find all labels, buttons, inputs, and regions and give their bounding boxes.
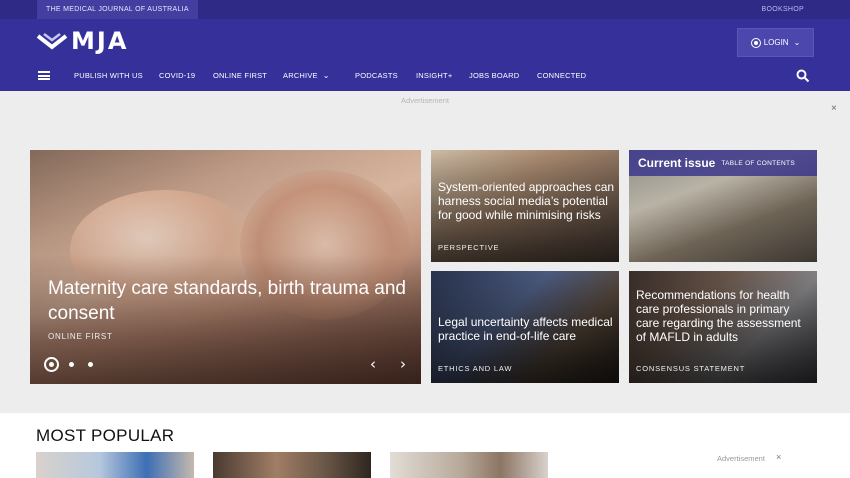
article-card[interactable]: Recommendations for health care professi… xyxy=(629,271,817,383)
top-strip: THE MEDICAL JOURNAL OF AUSTRALIA BOOKSHO… xyxy=(0,0,850,19)
current-issue-card[interactable]: Current issue TABLE OF CONTENTS xyxy=(629,150,817,262)
chevron-down-icon: ⌄ xyxy=(322,71,330,80)
current-issue-label[interactable]: Current issue xyxy=(638,156,715,170)
logo-text: MJA xyxy=(71,27,129,55)
most-popular-section: MOST POPULAR Advertisement × xyxy=(0,413,850,478)
carousel-dot-active[interactable] xyxy=(44,357,59,372)
popular-thumbnail[interactable] xyxy=(390,452,548,478)
carousel-prev-icon[interactable]: ‹ xyxy=(370,355,376,373)
user-icon xyxy=(750,37,761,48)
bookshop-link[interactable]: BOOKSHOP xyxy=(762,0,804,19)
login-button[interactable]: LOGIN ⌄ xyxy=(737,28,814,57)
card-title[interactable]: Legal uncertainty affects medical practi… xyxy=(438,315,616,343)
nav-podcasts[interactable]: PODCASTS xyxy=(355,66,398,86)
mja-logo[interactable]: MJA xyxy=(36,27,129,55)
nav-covid-19[interactable]: COVID-19 xyxy=(159,66,195,86)
search-icon[interactable] xyxy=(796,69,810,83)
card-category: CONSENSUS STATEMENT xyxy=(636,364,746,373)
nav-archive-label: ARCHIVE xyxy=(283,71,318,80)
hero-title[interactable]: Maternity care standards, birth trauma a… xyxy=(48,276,408,326)
popular-thumbnail[interactable] xyxy=(36,452,194,478)
nav-connected[interactable]: CONNECTED xyxy=(537,66,586,86)
carousel-dot[interactable] xyxy=(88,362,93,367)
section-heading: MOST POPULAR xyxy=(36,426,175,445)
card-category: ETHICS AND LAW xyxy=(438,364,513,373)
nav-online-first[interactable]: ONLINE FIRST xyxy=(213,66,267,86)
nav-insight-plus[interactable]: INSIGHT+ xyxy=(416,66,452,86)
advertisement-label: Advertisement xyxy=(401,96,449,105)
journal-name-tab[interactable]: THE MEDICAL JOURNAL OF AUSTRALIA xyxy=(37,0,198,19)
hero-carousel[interactable]: Maternity care standards, birth trauma a… xyxy=(30,150,421,384)
close-ad-icon[interactable]: × xyxy=(831,103,837,114)
popular-thumbnail[interactable] xyxy=(213,452,371,478)
article-card[interactable]: Legal uncertainty affects medical practi… xyxy=(431,271,619,383)
login-label: LOGIN xyxy=(763,38,789,47)
advertisement-label: Advertisement xyxy=(717,454,765,463)
nav-jobs-board[interactable]: JOBS BOARD xyxy=(469,66,519,86)
carousel-dot[interactable] xyxy=(69,362,74,367)
card-title[interactable]: System-oriented approaches can harness s… xyxy=(438,180,616,222)
nav-publish-with-us[interactable]: PUBLISH WITH US xyxy=(74,66,143,86)
nav-archive[interactable]: ARCHIVE ⌄ xyxy=(283,66,330,86)
site-header: MJA LOGIN ⌄ PUBLISH WITH US COVID-19 ONL… xyxy=(0,19,850,91)
table-of-contents-link[interactable]: TABLE OF CONTENTS xyxy=(721,160,795,167)
card-category: PERSPECTIVE xyxy=(438,243,500,252)
chevron-down-icon: ⌄ xyxy=(793,38,801,47)
carousel-next-icon[interactable]: › xyxy=(400,355,406,373)
mja-chevron-logo-icon xyxy=(36,33,68,50)
article-card[interactable]: System-oriented approaches can harness s… xyxy=(431,150,619,262)
main-nav: PUBLISH WITH US COVID-19 ONLINE FIRST AR… xyxy=(0,66,850,86)
hamburger-menu-icon[interactable] xyxy=(38,71,50,80)
hero-category: ONLINE FIRST xyxy=(48,332,113,341)
card-title[interactable]: Recommendations for health care professi… xyxy=(636,288,814,344)
current-issue-bar: Current issue TABLE OF CONTENTS xyxy=(629,150,817,176)
close-ad-icon[interactable]: × xyxy=(776,452,781,462)
